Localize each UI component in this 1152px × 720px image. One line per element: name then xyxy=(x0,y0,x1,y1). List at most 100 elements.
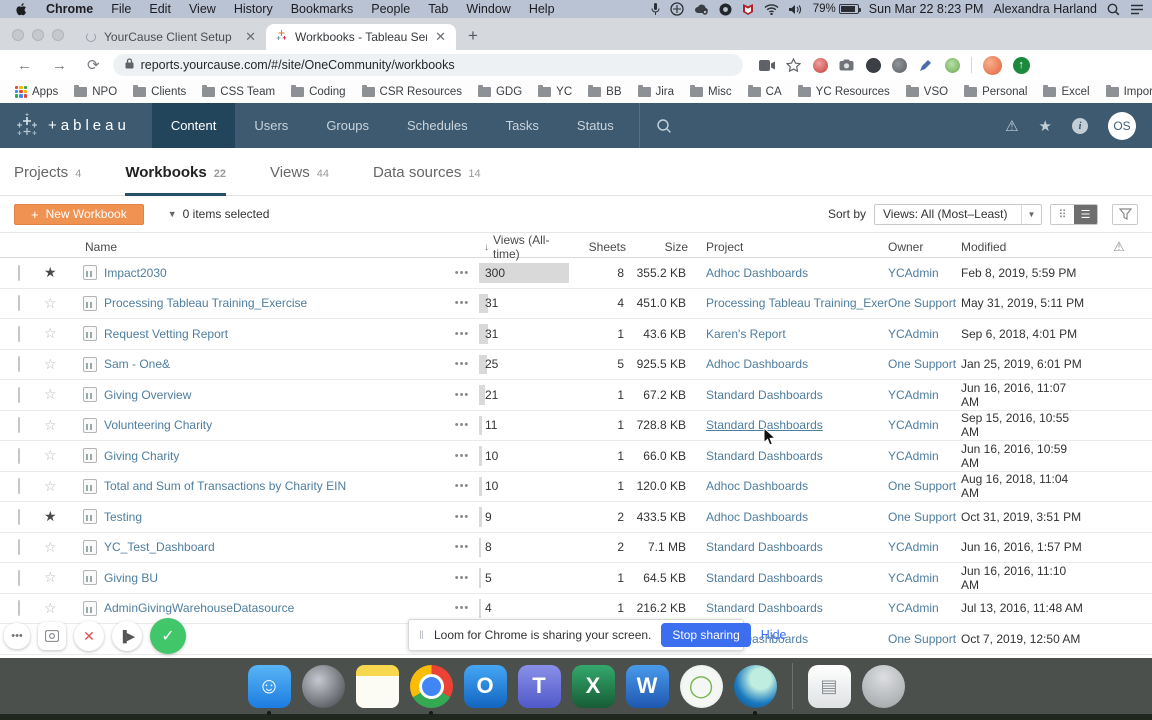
grid-view-button[interactable]: ⠿ xyxy=(1051,204,1074,224)
row-checkbox[interactable] xyxy=(18,569,20,586)
favorite-star-icon[interactable] xyxy=(44,417,74,434)
microphone-icon[interactable] xyxy=(651,2,660,16)
row-checkbox[interactable] xyxy=(18,600,20,617)
workbook-name-link[interactable]: Testing xyxy=(104,510,142,524)
nav-item[interactable]: Tasks xyxy=(487,103,558,148)
workbook-name-link[interactable]: Giving Charity xyxy=(104,449,179,463)
menu-item[interactable]: View xyxy=(180,2,225,16)
column-header-warning-icon[interactable]: ⚠ xyxy=(1086,239,1152,255)
dock-app-icon[interactable] xyxy=(791,663,793,709)
dock-app-icon[interactable] xyxy=(861,664,905,708)
tableau-brand[interactable]: +ableau xyxy=(0,103,152,148)
row-checkbox[interactable] xyxy=(18,356,20,373)
new-tab-button[interactable]: + xyxy=(456,26,492,50)
stop-sharing-button[interactable]: Stop sharing xyxy=(661,623,751,647)
bookmark-item[interactable]: Apps xyxy=(8,85,65,98)
dock-app-icon[interactable]: O xyxy=(463,664,507,708)
row-actions-menu[interactable]: ••• xyxy=(445,389,479,401)
bookmark-item[interactable]: Misc xyxy=(683,84,739,98)
favorite-star-icon[interactable] xyxy=(44,539,74,556)
row-actions-menu[interactable]: ••• xyxy=(445,480,479,492)
owner-link[interactable]: YCAdmin xyxy=(888,266,939,280)
volume-icon[interactable] xyxy=(788,4,803,15)
alerts-warning-icon[interactable]: ⚠ xyxy=(1005,117,1018,135)
extension-loom-icon[interactable] xyxy=(865,57,881,73)
project-link[interactable]: Standard Dashboards xyxy=(706,601,823,615)
new-workbook-button[interactable]: + New Workbook xyxy=(14,203,144,225)
bookmark-item[interactable]: Excel xyxy=(1036,84,1096,98)
project-link[interactable]: Adhoc Dashboards xyxy=(706,479,808,493)
bookmark-item[interactable]: CSR Resources xyxy=(355,84,469,98)
favorite-star-icon[interactable] xyxy=(44,600,74,617)
content-tab[interactable]: Views 44 xyxy=(270,164,329,195)
bookmark-item[interactable]: Clients xyxy=(126,84,193,98)
workbook-name-link[interactable]: Request Vetting Report xyxy=(104,327,228,341)
menu-item[interactable]: Edit xyxy=(140,2,180,16)
workbook-name-link[interactable]: Total and Sum of Transactions by Charity… xyxy=(104,479,346,493)
row-actions-menu[interactable]: ••• xyxy=(445,602,479,614)
row-actions-menu[interactable]: ••• xyxy=(445,297,479,309)
favorite-star-icon[interactable] xyxy=(44,508,74,525)
menu-item[interactable]: History xyxy=(225,2,282,16)
favorite-star-icon[interactable] xyxy=(44,295,74,312)
extension-screenshot-icon[interactable] xyxy=(839,57,855,73)
row-checkbox[interactable] xyxy=(18,325,20,342)
column-header-name[interactable]: Name xyxy=(74,240,445,254)
row-checkbox[interactable] xyxy=(18,478,20,495)
menu-item[interactable]: Help xyxy=(520,2,564,16)
bookmark-star-icon[interactable] xyxy=(786,57,802,73)
mcafee-shield-icon[interactable] xyxy=(742,3,754,16)
dock-app-icon[interactable] xyxy=(409,664,453,715)
project-link[interactable]: Adhoc Dashboards xyxy=(706,357,808,371)
hide-link[interactable]: Hide xyxy=(761,628,787,642)
forward-button[interactable]: → xyxy=(45,57,74,74)
project-link[interactable]: Standard Dashboards xyxy=(706,571,823,585)
column-header-size[interactable]: Size xyxy=(626,240,688,254)
row-checkbox[interactable] xyxy=(18,386,20,403)
screen-mirroring-icon[interactable] xyxy=(670,2,684,16)
favorite-star-icon[interactable] xyxy=(44,478,74,495)
menu-item[interactable]: Tab xyxy=(419,2,457,16)
project-link[interactable]: Adhoc Dashboards xyxy=(706,510,808,524)
notification-center-icon[interactable] xyxy=(1130,4,1144,15)
profile-avatar[interactable] xyxy=(982,55,1002,75)
bookmark-item[interactable]: Personal xyxy=(957,84,1034,98)
menu-item[interactable]: File xyxy=(102,2,140,16)
workbook-name-link[interactable]: Processing Tableau Training_Exercise xyxy=(104,296,307,310)
nav-item[interactable]: Content xyxy=(151,103,236,148)
bookmark-item[interactable]: BB xyxy=(581,84,628,98)
menu-clock[interactable]: Sun Mar 22 8:23 PM xyxy=(869,2,984,16)
bookmark-item[interactable]: CA xyxy=(741,84,789,98)
workbook-name-link[interactable]: YC_Test_Dashboard xyxy=(104,540,215,554)
menu-item[interactable]: Window xyxy=(457,2,519,16)
nav-item[interactable]: Status xyxy=(558,103,633,148)
bookmark-item[interactable]: NPO xyxy=(67,84,124,98)
project-link[interactable]: Standard Dashboards xyxy=(706,388,823,402)
dock-app-icon[interactable]: T xyxy=(517,664,561,708)
minimize-window-button[interactable] xyxy=(32,29,44,41)
column-header-views[interactable]: ↓ Views (All-time) xyxy=(479,233,571,261)
bookmark-item[interactable]: Coding xyxy=(284,84,352,98)
close-tab-icon[interactable]: ✕ xyxy=(245,29,256,45)
battery-indicator[interactable]: 79% xyxy=(813,3,861,15)
reload-button[interactable]: ⟳ xyxy=(80,56,107,74)
filter-button[interactable] xyxy=(1112,203,1138,225)
loom-camera-button[interactable] xyxy=(38,622,66,650)
close-window-button[interactable] xyxy=(12,29,24,41)
workbook-name-link[interactable]: Giving Overview xyxy=(104,388,191,402)
extension-mcafee-icon[interactable] xyxy=(812,57,828,73)
row-checkbox[interactable] xyxy=(18,539,20,556)
project-link[interactable]: Processing Tableau Training_Exercise xyxy=(706,296,888,310)
zoom-window-button[interactable] xyxy=(52,29,64,41)
content-tab[interactable]: Workbooks 22 xyxy=(125,164,226,196)
favorite-star-icon[interactable] xyxy=(44,356,74,373)
row-checkbox[interactable] xyxy=(18,447,20,464)
workbook-name-link[interactable]: Volunteering Charity xyxy=(104,418,212,432)
dock-app-icon[interactable] xyxy=(733,664,777,715)
row-actions-menu[interactable]: ••• xyxy=(445,267,479,279)
loom-cancel-button[interactable]: ✕ xyxy=(74,621,104,651)
row-checkbox[interactable] xyxy=(18,417,20,434)
loom-resume-button[interactable]: ▐▶ xyxy=(112,621,142,651)
list-view-button[interactable]: ☰ xyxy=(1074,204,1097,224)
bookmark-item[interactable]: VSO xyxy=(899,84,955,98)
